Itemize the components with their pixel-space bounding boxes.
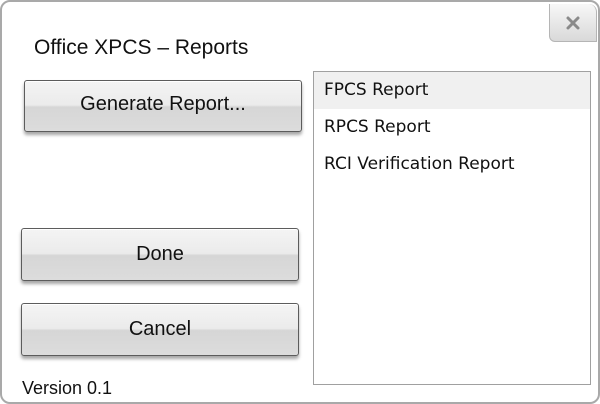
generate-report-button[interactable]: Generate Report... [24,80,302,132]
close-button[interactable] [549,4,597,42]
generate-report-label: Generate Report... [80,92,246,115]
version-label: Version 0.1 [22,378,113,398]
report-item-rci-verification[interactable]: RCI Verification Report [314,146,590,183]
report-item-rpcs[interactable]: RPCS Report [314,109,590,146]
close-icon [566,16,580,29]
reports-dialog: Office XPCS – Reports Generate Report...… [0,0,600,404]
done-button[interactable]: Done [21,228,299,281]
cancel-button[interactable]: Cancel [21,303,299,356]
done-label: Done [136,243,184,265]
dialog-title: Office XPCS – Reports [34,36,249,59]
report-item-fpcs[interactable]: FPCS Report [314,72,590,109]
report-list[interactable]: FPCS Report RPCS Report RCI Verification… [313,71,591,385]
cancel-label: Cancel [128,318,192,340]
